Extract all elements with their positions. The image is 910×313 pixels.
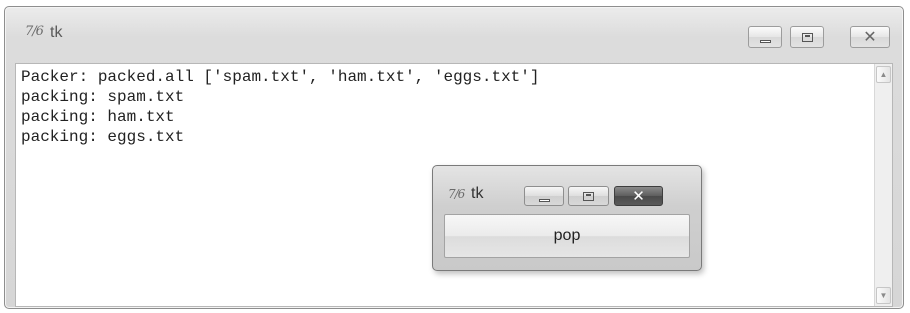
minimize-button[interactable] — [748, 26, 782, 48]
tk-app-icon: 7/6 — [25, 24, 44, 39]
text-line: packing: spam.txt — [21, 88, 185, 106]
minimize-icon — [538, 198, 550, 202]
arrow-up-icon: ▲ — [879, 70, 888, 79]
popup-window: 7/6 tk ✕ pop — [432, 165, 702, 271]
maximize-icon — [583, 191, 594, 201]
text-line: packing: ham.txt — [21, 108, 175, 126]
popup-title: tk — [471, 185, 484, 202]
close-icon: ✕ — [632, 187, 645, 205]
main-titlebar[interactable]: 7/6 tk ✕ — [5, 7, 903, 51]
text-line: packing: eggs.txt — [21, 128, 185, 146]
arrow-down-icon: ▼ — [879, 291, 888, 300]
popup-titlebar[interactable]: 7/6 tk ✕ — [433, 166, 701, 210]
maximize-icon — [801, 32, 813, 42]
popup-minimize-button[interactable] — [524, 186, 564, 206]
window-title: tk — [50, 24, 63, 41]
minimize-icon — [759, 39, 771, 43]
scroll-up-button[interactable]: ▲ — [876, 66, 891, 83]
vertical-scrollbar[interactable]: ▲ ▼ — [874, 64, 892, 306]
popup-close-button[interactable]: ✕ — [614, 186, 663, 206]
scroll-down-button[interactable]: ▼ — [876, 287, 891, 304]
pop-button[interactable]: pop — [444, 214, 690, 258]
tk-app-icon: 7/6 — [448, 187, 465, 201]
close-button[interactable]: ✕ — [850, 26, 890, 48]
text-line: Packer: packed.all ['spam.txt', 'ham.txt… — [21, 68, 540, 86]
maximize-button[interactable] — [790, 26, 824, 48]
close-icon: ✕ — [863, 27, 877, 46]
popup-maximize-button[interactable] — [568, 186, 609, 206]
